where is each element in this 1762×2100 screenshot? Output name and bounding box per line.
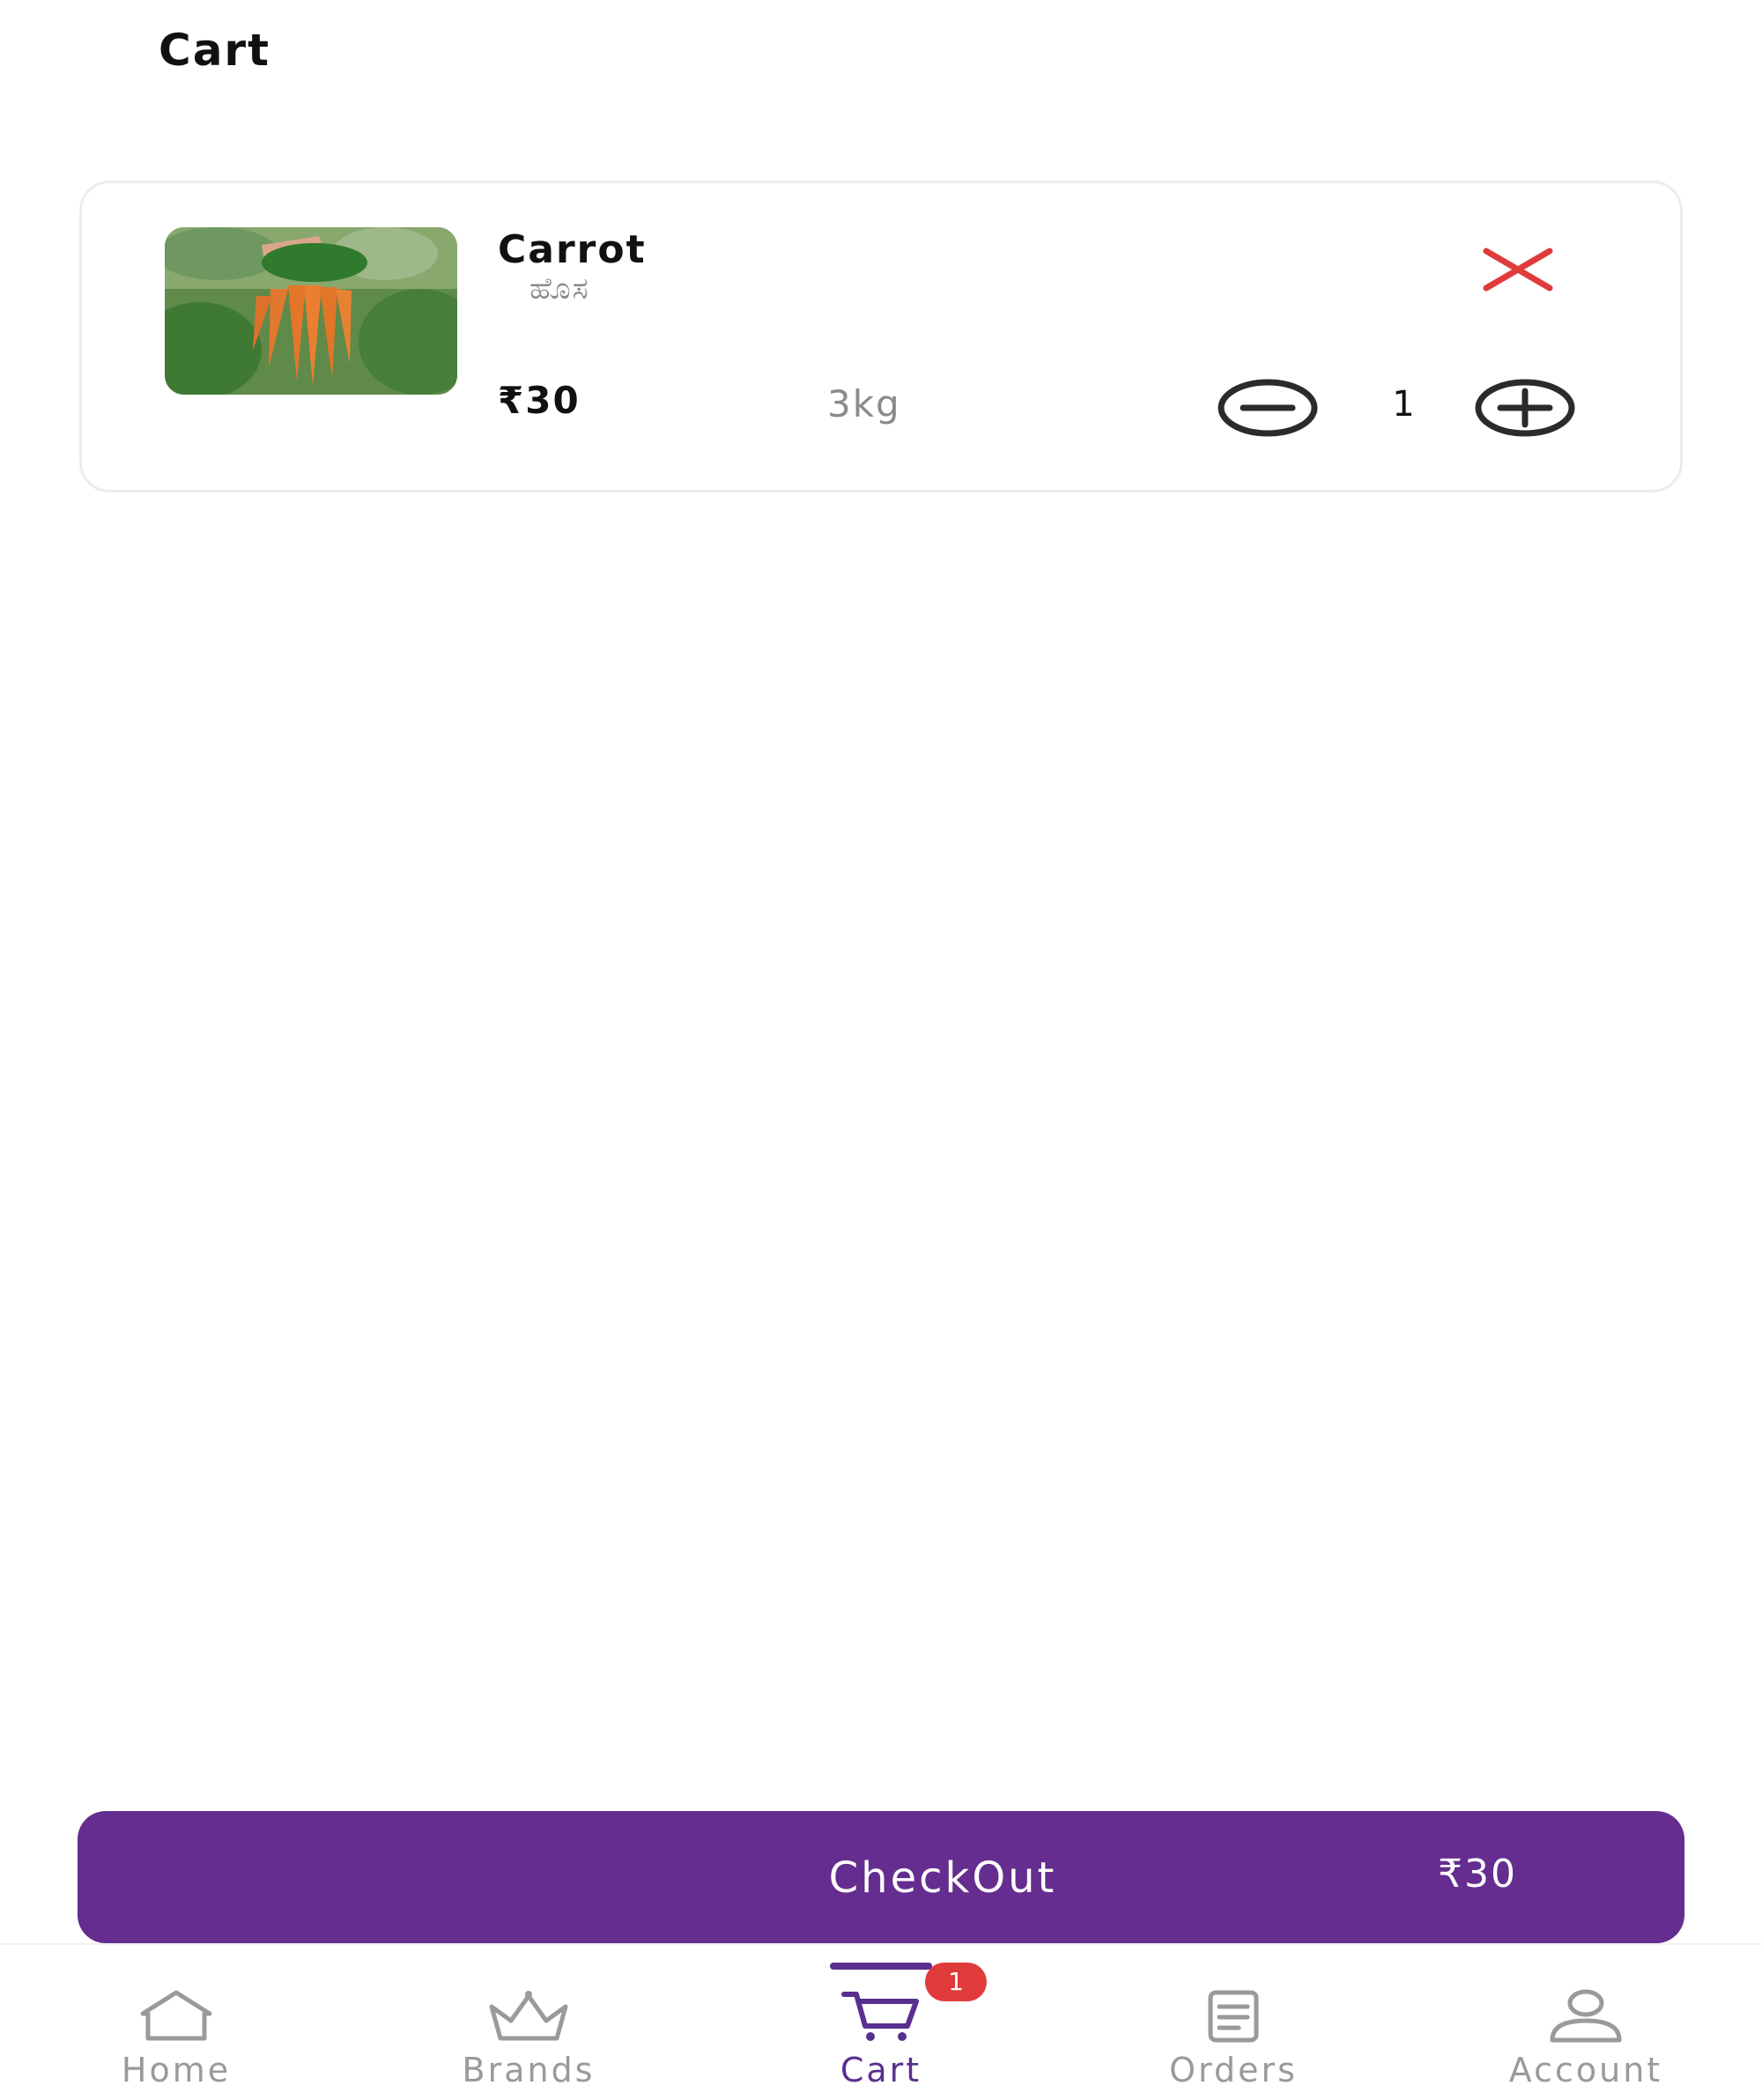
minus-circle-icon	[1218, 379, 1318, 437]
nav-label-cart: Cart	[840, 2051, 922, 2089]
nav-item-cart[interactable]: 1 Cart	[705, 1945, 1057, 2100]
nav-item-home[interactable]: Home	[0, 1945, 352, 2100]
nav-label-account: Account	[1508, 2051, 1663, 2089]
cart-screen: Cart Carrot ಹೊಸ ₹30 3kg 1 CheckOut ₹30 H…	[0, 0, 1762, 2100]
increase-quantity-button[interactable]	[1474, 379, 1576, 437]
orders-icon	[1208, 1990, 1259, 2043]
cart-icon	[841, 1992, 919, 2041]
product-local-name: ಹೊಸ	[529, 271, 590, 307]
active-tab-indicator	[830, 1963, 932, 1970]
product-image	[165, 227, 457, 395]
checkout-button[interactable]: CheckOut ₹30	[78, 1811, 1684, 1943]
home-icon	[140, 1990, 212, 2041]
quantity-value: 1	[1392, 384, 1415, 425]
checkout-total: ₹30	[1438, 1852, 1517, 1897]
cart-item-card: Carrot ಹೊಸ ₹30 3kg 1	[79, 181, 1683, 492]
page-title: Cart	[159, 25, 270, 76]
product-name: Carrot	[498, 227, 647, 272]
nav-label-home: Home	[121, 2051, 232, 2089]
product-price: ₹30	[498, 379, 581, 422]
nav-item-brands[interactable]: Brands	[352, 1945, 705, 2100]
bottom-navigation: Home Brands 1 Cart Orders Account	[0, 1943, 1762, 2100]
remove-item-button[interactable]	[1481, 245, 1555, 294]
nav-label-brands: Brands	[462, 2051, 596, 2089]
product-weight: 3kg	[827, 382, 901, 425]
decrease-quantity-button[interactable]	[1217, 379, 1319, 437]
nav-label-orders: Orders	[1169, 2051, 1298, 2089]
nav-item-account[interactable]: Account	[1410, 1945, 1762, 2100]
nav-item-orders[interactable]: Orders	[1057, 1945, 1410, 2100]
cart-count-badge: 1	[925, 1963, 987, 2001]
plus-circle-icon	[1475, 379, 1575, 437]
crown-icon	[489, 1991, 568, 2041]
account-icon	[1550, 1989, 1622, 2043]
close-icon	[1483, 248, 1553, 292]
